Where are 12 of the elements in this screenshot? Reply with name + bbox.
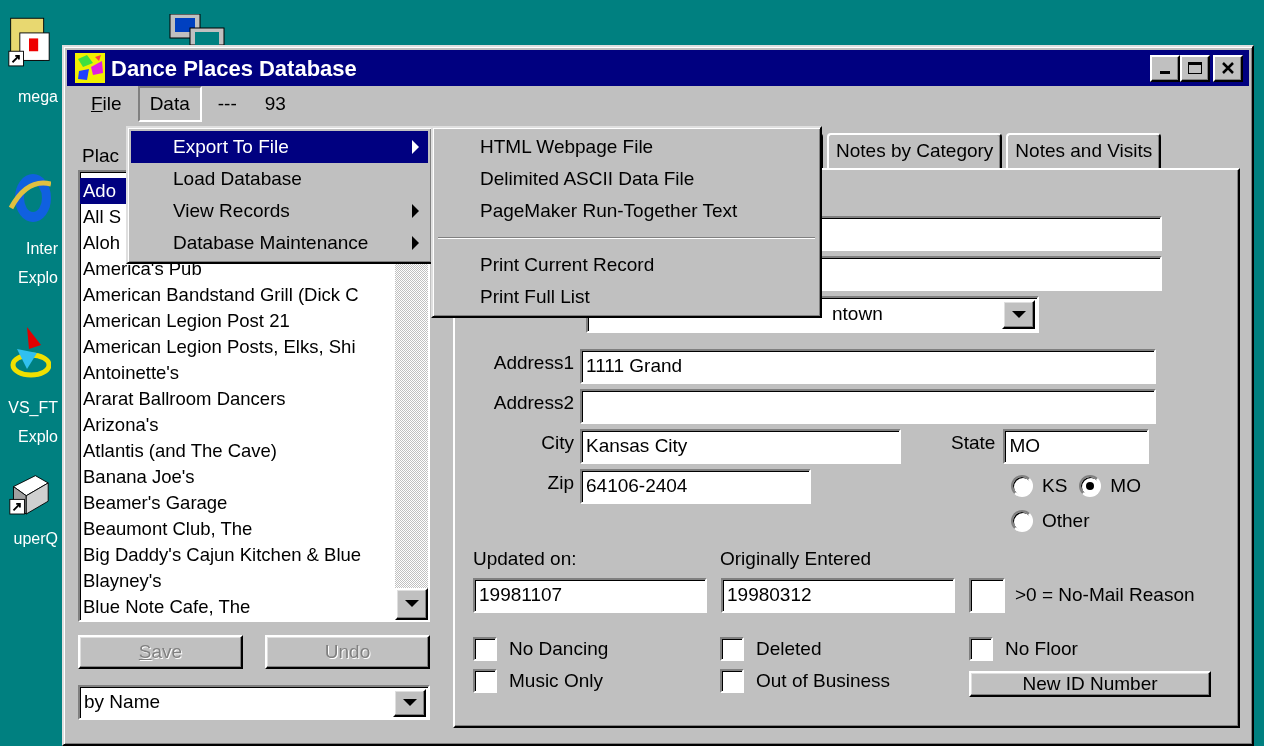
field-label: City xyxy=(540,431,575,455)
field-label: Address1 xyxy=(492,351,575,375)
field-label: Zip xyxy=(546,471,575,495)
menu-bar-text: --- xyxy=(216,91,238,116)
field-label: State xyxy=(951,431,996,455)
field-label: Updated on: xyxy=(473,547,578,571)
field-label: Plac xyxy=(82,145,119,166)
menu-bar-text: 93 xyxy=(263,91,287,116)
field-label: Address2 xyxy=(492,391,575,415)
window-title: Dance Places Database xyxy=(111,54,357,83)
field-label: Originally Entered xyxy=(720,547,873,571)
field-label: >0 = No-Mail Reason xyxy=(1015,582,1195,607)
